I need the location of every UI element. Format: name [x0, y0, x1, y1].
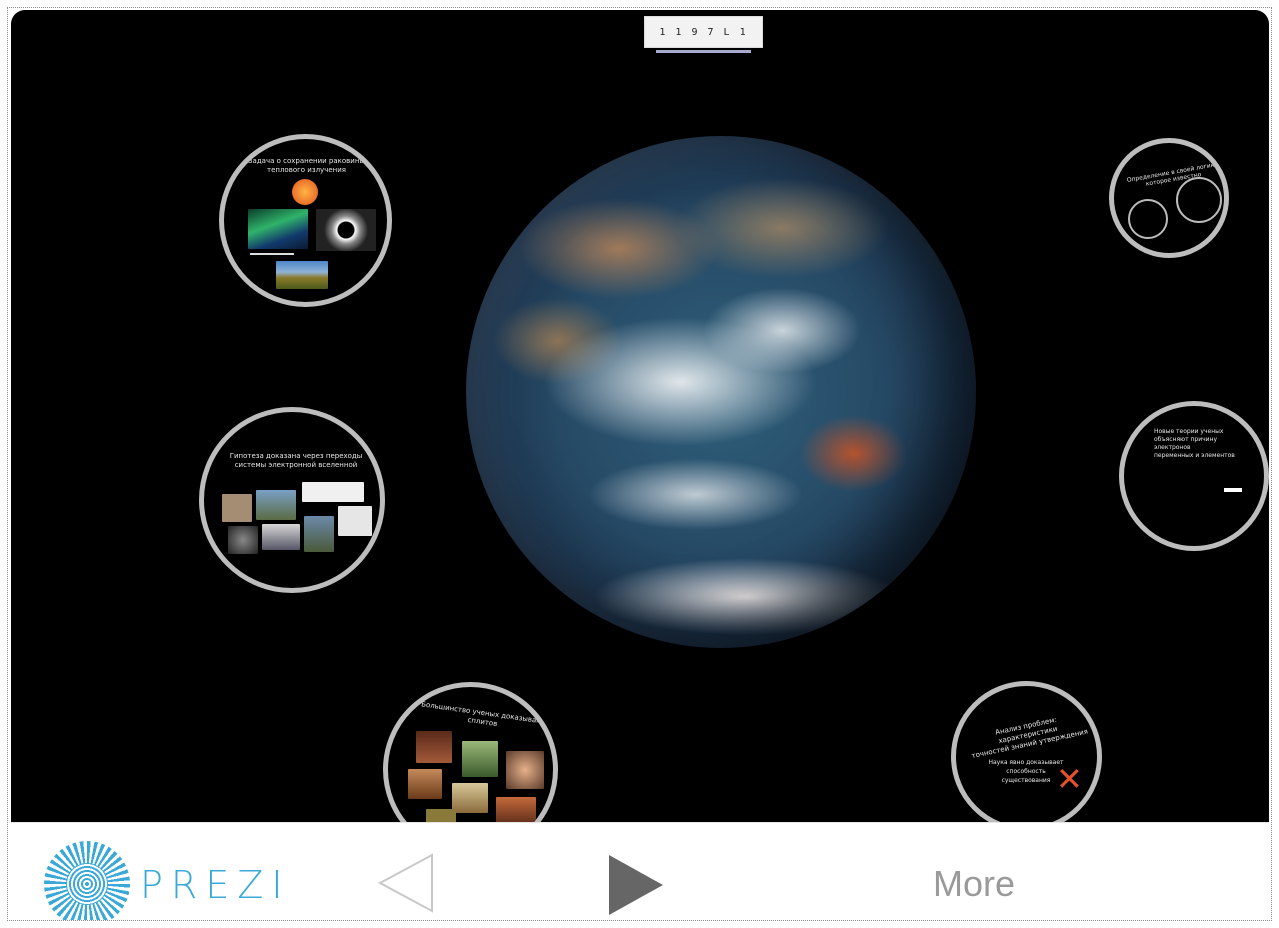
frame-bubble-6[interactable]: Анализ проблем: характеристики точностей…: [951, 681, 1102, 822]
frame-bubble-2[interactable]: Гипотеза доказана через переходы системы…: [199, 407, 385, 593]
bubble-3-photo-4: [408, 769, 442, 799]
bubble-5-highlight: [1224, 488, 1242, 492]
bubble-5-text: Новые теории ученых объясняют причину эл…: [1154, 428, 1235, 459]
bubble-2-photo-7: [338, 506, 372, 536]
frame-bubble-4[interactable]: Определение в своей логике которое извес…: [1109, 138, 1229, 258]
bubble-3-photo-5: [452, 783, 488, 813]
bubble-3-photo-3: [506, 751, 544, 789]
bubble-2-photo-5: [262, 524, 300, 550]
presentation-canvas[interactable]: 1 1 9 7 L 1 Задача о сохранении раковины…: [11, 10, 1269, 822]
window-frame: 1 1 9 7 L 1 Задача о сохранении раковины…: [7, 7, 1272, 921]
bubble-1-title: Задача о сохранении раковины теплового и…: [248, 157, 365, 174]
top-thumbnail-text: 1 1 9 7 L 1: [659, 26, 748, 38]
sun-image: [292, 179, 318, 205]
frame-bubble-3[interactable]: Большинство ученых доказывают сплитов: [383, 682, 558, 822]
aurora-image: [248, 209, 308, 249]
bubble-4-sub-circle-1: [1128, 199, 1168, 239]
bubble-1-caption: [250, 253, 294, 255]
bubble-2-photo-2: [256, 490, 296, 520]
bubble-6-subtitle: Наука явно доказывает способность сущест…: [988, 759, 1064, 784]
top-slide-thumbnail[interactable]: 1 1 9 7 L 1: [644, 16, 763, 48]
play-arrow-icon: [609, 855, 663, 915]
bubble-3-photo-2: [462, 741, 498, 777]
previous-button[interactable]: [376, 853, 436, 913]
earth-image: [466, 136, 976, 648]
top-thumbnail-caption: [656, 50, 751, 53]
bubble-2-photo-3: [302, 482, 364, 502]
frame-bubble-1[interactable]: Задача о сохранении раковины теплового и…: [219, 134, 392, 307]
prezi-logo-icon[interactable]: [44, 841, 130, 920]
landscape-image: [276, 261, 328, 289]
bubble-3-photo-7: [426, 809, 456, 822]
bubble-6-title: Анализ проблем: характеристики точностей…: [970, 715, 1089, 761]
bubble-2-title: Гипотеза доказана через переходы системы…: [229, 452, 363, 469]
bubble-4-sub-circle-2: [1176, 177, 1222, 223]
more-button[interactable]: More: [933, 863, 1015, 905]
eclipse-image: [316, 209, 376, 251]
bubble-3-photo-6: [496, 797, 536, 822]
bubble-2-photo-6: [304, 516, 334, 552]
bubble-2-photo-4: [228, 526, 258, 554]
prezi-toolbar: PREZI More: [11, 822, 1269, 920]
prezi-brand[interactable]: PREZI: [140, 863, 291, 907]
close-x-icon: ✕: [1056, 760, 1083, 798]
arrow-left-icon: [377, 853, 433, 913]
bubble-2-photo-1: [222, 494, 252, 522]
bubble-3-photo-1: [416, 731, 452, 763]
next-button[interactable]: [601, 853, 667, 917]
frame-bubble-5[interactable]: Новые теории ученых объясняют причину эл…: [1119, 401, 1269, 551]
